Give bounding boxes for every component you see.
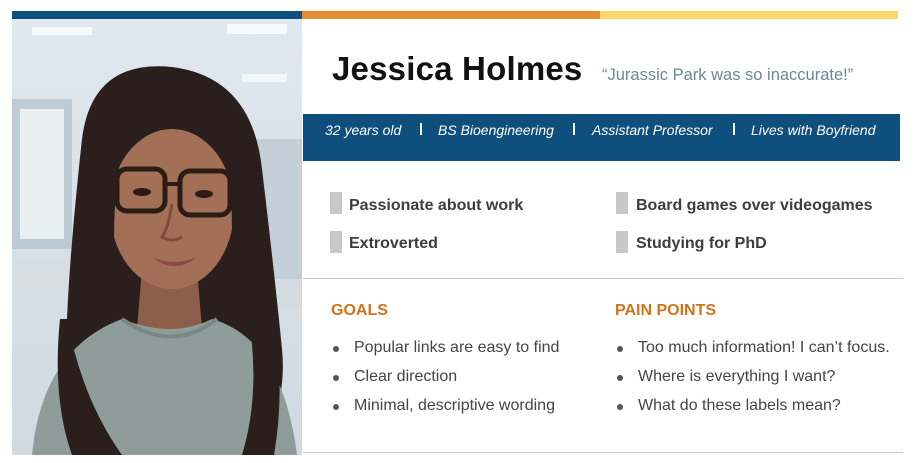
trait-bullet (616, 231, 628, 253)
info-age: 32 years old (325, 122, 402, 138)
goal-text: Clear direction (354, 368, 458, 385)
bullet-dot (617, 375, 623, 381)
top-bar-yellow (600, 11, 898, 19)
goal-text: Minimal, descriptive wording (354, 397, 555, 414)
bullet-dot (617, 404, 623, 410)
persona-name: Jessica Holmes (332, 50, 583, 87)
trait-bullet (330, 231, 342, 253)
trait-studying: Studying for PhD (636, 235, 767, 252)
pain-point-text: What do these labels mean? (638, 397, 841, 414)
list-item: Too much information! I can’t focus. (615, 339, 890, 368)
top-bar-blue (12, 11, 302, 19)
top-bar-orange (302, 11, 600, 19)
info-separator (573, 123, 575, 135)
portrait-photo-icon (12, 19, 302, 455)
persona-photo (12, 19, 302, 455)
pain-point-text: Where is everything I want? (638, 368, 836, 385)
bullet-dot (333, 346, 339, 352)
trait-bullet (616, 192, 628, 214)
trait-passionate: Passionate about work (349, 197, 524, 214)
list-item: Where is everything I want? (615, 368, 890, 397)
bottom-divider (303, 452, 903, 453)
info-separator (733, 123, 735, 135)
bullet-dot (333, 404, 339, 410)
persona-quote: “Jurassic Park was so inaccurate!” (602, 66, 854, 84)
goals-title: GOALS (331, 302, 388, 319)
section-divider (303, 278, 903, 279)
info-separator (420, 123, 422, 135)
info-education: BS Bioengineering (438, 122, 554, 138)
list-item: What do these labels mean? (615, 397, 890, 426)
info-living: Lives with Boyfriend (751, 122, 876, 138)
trait-bullet (330, 192, 342, 214)
bullet-dot (333, 375, 339, 381)
list-item: Clear direction (331, 368, 559, 397)
goal-text: Popular links are easy to find (354, 339, 560, 356)
list-item: Minimal, descriptive wording (331, 397, 559, 426)
trait-board-games: Board games over videogames (636, 197, 873, 214)
pain-points-list: Too much information! I can’t focus. Whe… (615, 339, 890, 426)
goals-list: Popular links are easy to find Clear dir… (331, 339, 559, 426)
info-occupation: Assistant Professor (592, 122, 713, 138)
list-item: Popular links are easy to find (331, 339, 559, 368)
pain-points-title: PAIN POINTS (615, 302, 717, 319)
pain-point-text: Too much information! I can’t focus. (638, 339, 890, 356)
bullet-dot (617, 346, 623, 352)
info-bar: 32 years old BS Bioengineering Assistant… (303, 114, 900, 161)
trait-extroverted: Extroverted (349, 235, 438, 252)
